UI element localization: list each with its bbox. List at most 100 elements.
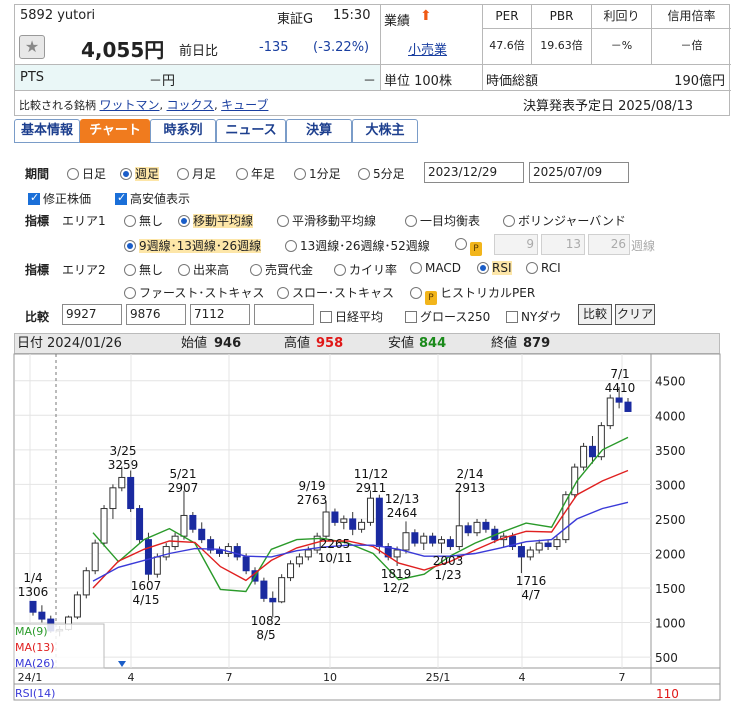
candle-body <box>215 549 223 554</box>
candle-body <box>526 549 534 558</box>
candle-body <box>29 600 37 613</box>
x-tick-label: 10 <box>323 671 337 684</box>
candle-body <box>180 514 188 537</box>
candle-body <box>473 521 481 534</box>
candle-body <box>553 539 561 548</box>
candle-body <box>198 528 206 541</box>
annotation-label: 2/14 <box>457 467 484 481</box>
candle-body <box>100 508 108 544</box>
candle-body <box>580 445 588 468</box>
y-tick-label: 4000 <box>655 409 686 423</box>
annotation-label: 1607 <box>131 579 162 593</box>
candle-body <box>136 508 144 541</box>
candle-body <box>446 539 454 548</box>
annotation-label: 11/12 <box>354 467 389 481</box>
price-chart[interactable]: 500 1000 1500 2000 2500 3000 3500 4000 4500 24/1 4… <box>0 0 733 702</box>
candle-body <box>278 577 286 603</box>
annotation-value: 4/15 <box>133 593 160 607</box>
candle-body <box>464 525 472 534</box>
annotation-value: 2913 <box>455 481 486 495</box>
x-tick-label: 7 <box>226 671 233 684</box>
candle-body <box>287 563 295 579</box>
annotation-label: 12/13 <box>385 492 420 506</box>
candle-body <box>438 539 446 544</box>
candle-body <box>295 556 303 565</box>
annotation-label: 9/19 <box>299 479 326 493</box>
candle-body <box>109 487 117 510</box>
candle-body <box>358 521 366 530</box>
candle-body <box>304 549 312 558</box>
annotation-label: 5/21 <box>170 467 197 481</box>
annotation-label: 3/25 <box>110 444 137 458</box>
candle-body <box>322 511 330 537</box>
annotation-value: 3259 <box>108 458 139 472</box>
candle-body <box>260 580 268 599</box>
annotation-label: 1/4 <box>23 571 42 585</box>
y-tick-label: 1000 <box>655 617 686 631</box>
y-tick-label: 4500 <box>655 375 686 389</box>
candle-body <box>411 532 419 544</box>
rsi-panel <box>13 683 721 701</box>
candle-body <box>402 532 410 551</box>
candle-body <box>544 542 552 548</box>
candle-body <box>73 594 81 618</box>
annotation-label: 2265 <box>320 537 351 551</box>
candle-body <box>118 476 126 489</box>
candle-body <box>393 549 401 558</box>
x-tick-label: 4 <box>519 671 526 684</box>
ma-legend-label: MA(13) <box>15 641 55 654</box>
candle-body <box>517 546 525 558</box>
annotation-label: 2003 <box>433 554 464 568</box>
annotation-value: 4/7 <box>521 588 540 602</box>
candle-body <box>482 521 490 530</box>
annotation-value: 2464 <box>387 506 418 520</box>
candle-body <box>38 611 46 620</box>
candle-body <box>606 397 614 427</box>
candle-body <box>127 476 135 510</box>
candle-body <box>588 445 596 458</box>
annotation-label: 7/1 <box>610 367 629 381</box>
y-tick-label: 500 <box>655 651 678 665</box>
candle-body <box>82 570 90 596</box>
y-tick-label: 2500 <box>655 513 686 527</box>
chart-frame <box>13 353 721 701</box>
annotation-label: 1082 <box>251 614 282 628</box>
candle-body <box>233 546 241 558</box>
candle-body <box>366 497 374 523</box>
annotation-value: 4410 <box>605 381 636 395</box>
y-tick-label: 3000 <box>655 478 686 492</box>
candle-body <box>535 542 543 551</box>
x-tick-label: 4 <box>128 671 135 684</box>
rsi-label: RSI(14) <box>15 687 55 700</box>
candle-body <box>455 525 463 548</box>
x-tick-label: 7 <box>619 671 626 684</box>
candle-body <box>331 511 339 523</box>
candle-body <box>429 535 437 544</box>
annotation-value: 1/23 <box>435 568 462 582</box>
x-tick-label: 25/1 <box>426 671 451 684</box>
annotation-value: 2907 <box>168 481 199 495</box>
candle-body <box>420 535 428 544</box>
annotation-value: 2911 <box>356 481 387 495</box>
annotation-value: 1306 <box>18 585 49 599</box>
annotation-value: 12/2 <box>383 581 410 595</box>
x-tick-label: 24/1 <box>18 671 43 684</box>
candle-body <box>375 497 383 548</box>
candle-body <box>153 556 161 575</box>
candle-body <box>144 539 152 575</box>
ma-legend-label: MA(26) <box>15 657 55 670</box>
rsi-top-value: 110 <box>656 687 679 701</box>
candle-body <box>349 518 357 530</box>
candle-body <box>615 397 623 403</box>
candle-body <box>91 542 99 572</box>
annotation-value: 8/5 <box>256 628 275 642</box>
y-tick-label: 2000 <box>655 547 686 561</box>
candle-body <box>624 401 632 412</box>
candle-body <box>269 597 277 603</box>
y-tick-label: 3500 <box>655 444 686 458</box>
annotation-label: 1819 <box>381 567 412 581</box>
candle-body <box>340 518 348 523</box>
annotation-value: 10/11 <box>318 551 353 565</box>
ma-legend-label: MA(9) <box>15 625 48 638</box>
y-tick-label: 1500 <box>655 582 686 596</box>
